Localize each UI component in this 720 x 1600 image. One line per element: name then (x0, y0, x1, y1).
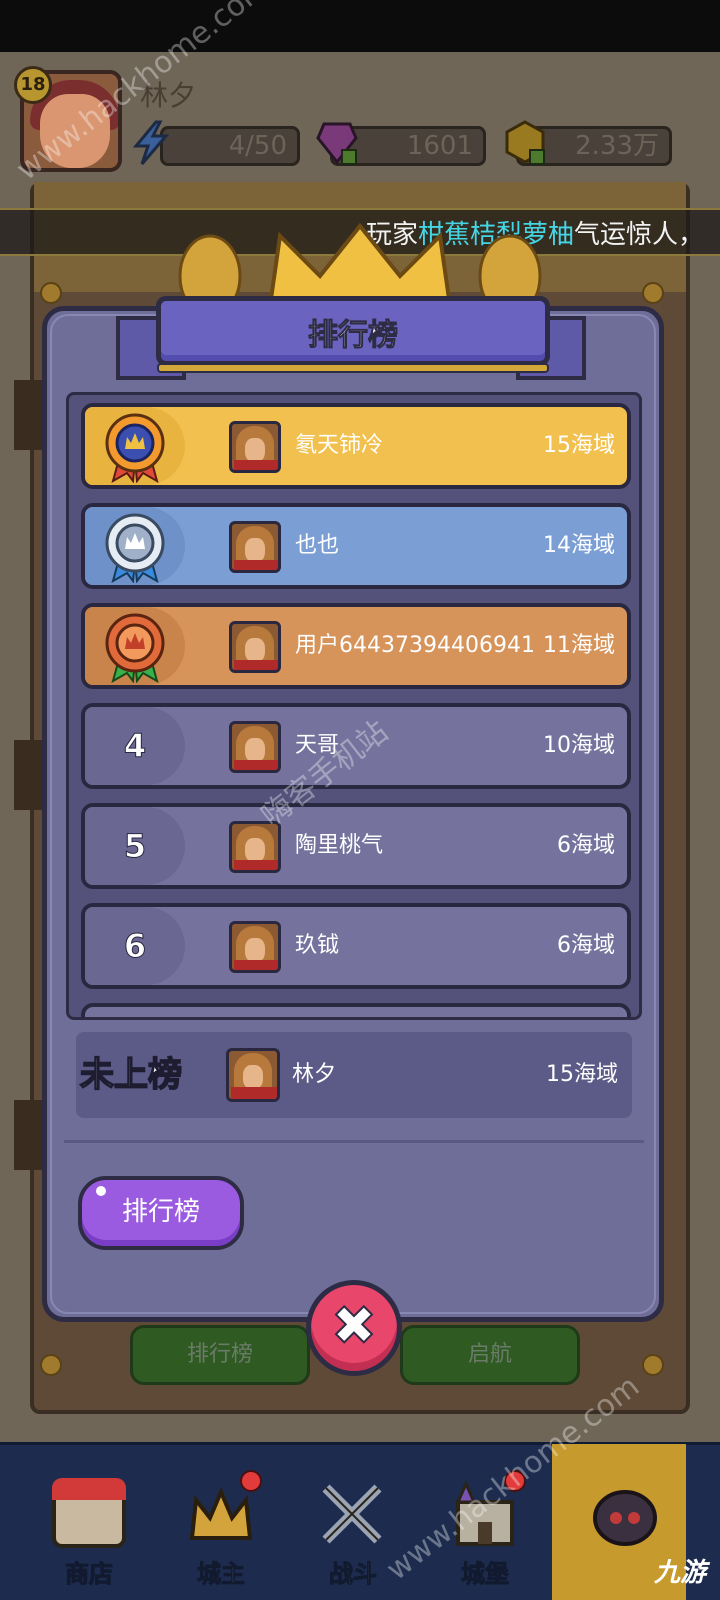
row-avatar (229, 421, 281, 473)
leaderboard-row-partial[interactable] (81, 1003, 631, 1017)
lightning-icon (132, 120, 170, 165)
coin-icon (505, 120, 545, 165)
row-score: 14海域 (543, 533, 615, 558)
nav-label: 城堡 (461, 1560, 510, 1589)
row-player-name: 也也 (295, 533, 340, 558)
leaderboard-button[interactable]: 排行榜 (78, 1176, 244, 1250)
row-score: 15海域 (543, 433, 615, 458)
dialog-title: 排行榜 (308, 318, 399, 354)
my-score: 15海域 (546, 1062, 618, 1087)
row-score: 6海域 (557, 933, 615, 958)
row-player-name: 玖钺 (295, 933, 340, 958)
bronze-medal-icon (105, 613, 165, 683)
nav-label: 商店 (65, 1560, 114, 1589)
row-player-name: 氡天铈冷 (295, 433, 384, 458)
divider (64, 1140, 644, 1143)
nav-shop[interactable]: 商店 (24, 1442, 154, 1600)
gem-icon (316, 122, 358, 165)
background-leaderboard-button: 排行榜 (130, 1325, 310, 1385)
swords-icon (322, 1484, 382, 1544)
my-rank-status: 未上榜 (79, 1054, 183, 1096)
row-player-name: 陶里桃气 (295, 833, 384, 858)
marquee-suffix: 气运惊人， (573, 220, 704, 250)
notification-dot (240, 1470, 262, 1492)
status-bar (0, 0, 720, 52)
background-side-tab (14, 740, 44, 810)
row-avatar (229, 921, 281, 973)
leaderboard-button-label: 排行榜 (121, 1197, 200, 1227)
jiuyou-logo: 九游 (653, 1558, 706, 1588)
row-player-name: 用户64437394406941 (295, 633, 535, 658)
close-button[interactable]: ✖ (306, 1280, 402, 1376)
row-score: 10海域 (543, 733, 615, 758)
background-side-tab (14, 1100, 44, 1170)
shop-icon (52, 1478, 126, 1548)
bolt-decoration (40, 282, 62, 304)
row-rank: 5 (123, 827, 147, 866)
gold-medal-icon (105, 413, 165, 483)
nav-lord[interactable]: 城主 (156, 1442, 286, 1600)
silver-medal-icon (105, 513, 165, 583)
leaderboard-list[interactable]: 氡天铈冷 15海域 也也 14海域 用户64437394406941 11海域 (66, 392, 642, 1020)
row-avatar (229, 721, 281, 773)
bolt-decoration (642, 1354, 664, 1376)
bolt-decoration (642, 282, 664, 304)
bolt-decoration (40, 1354, 62, 1376)
my-avatar (226, 1048, 280, 1102)
row-rank: 6 (123, 927, 147, 966)
leaderboard-row[interactable]: 也也 14海域 (81, 503, 631, 589)
leaderboard-row[interactable]: 6 玖钺 6海域 (81, 903, 631, 989)
pirate-mask-icon (593, 1490, 657, 1546)
background-side-tab (14, 380, 44, 450)
row-avatar (229, 521, 281, 573)
row-score: 6海域 (557, 833, 615, 858)
nav-label: 城主 (197, 1560, 246, 1589)
leaderboard-row[interactable]: 用户64437394406941 11海域 (81, 603, 631, 689)
my-player-name: 林夕 (292, 1062, 337, 1087)
row-score: 11海域 (543, 633, 615, 658)
leaderboard-row[interactable]: 5 陶里桃气 6海域 (81, 803, 631, 889)
level-badge: 18 (14, 66, 52, 104)
row-avatar (229, 621, 281, 673)
row-rank: 4 (123, 727, 147, 766)
leaderboard-row[interactable]: 氡天铈冷 15海域 (81, 403, 631, 489)
background-sail-button: 启航 (400, 1325, 580, 1385)
energy-counter: 4/50 (160, 126, 300, 166)
close-x-icon: ✖ (330, 1293, 377, 1358)
